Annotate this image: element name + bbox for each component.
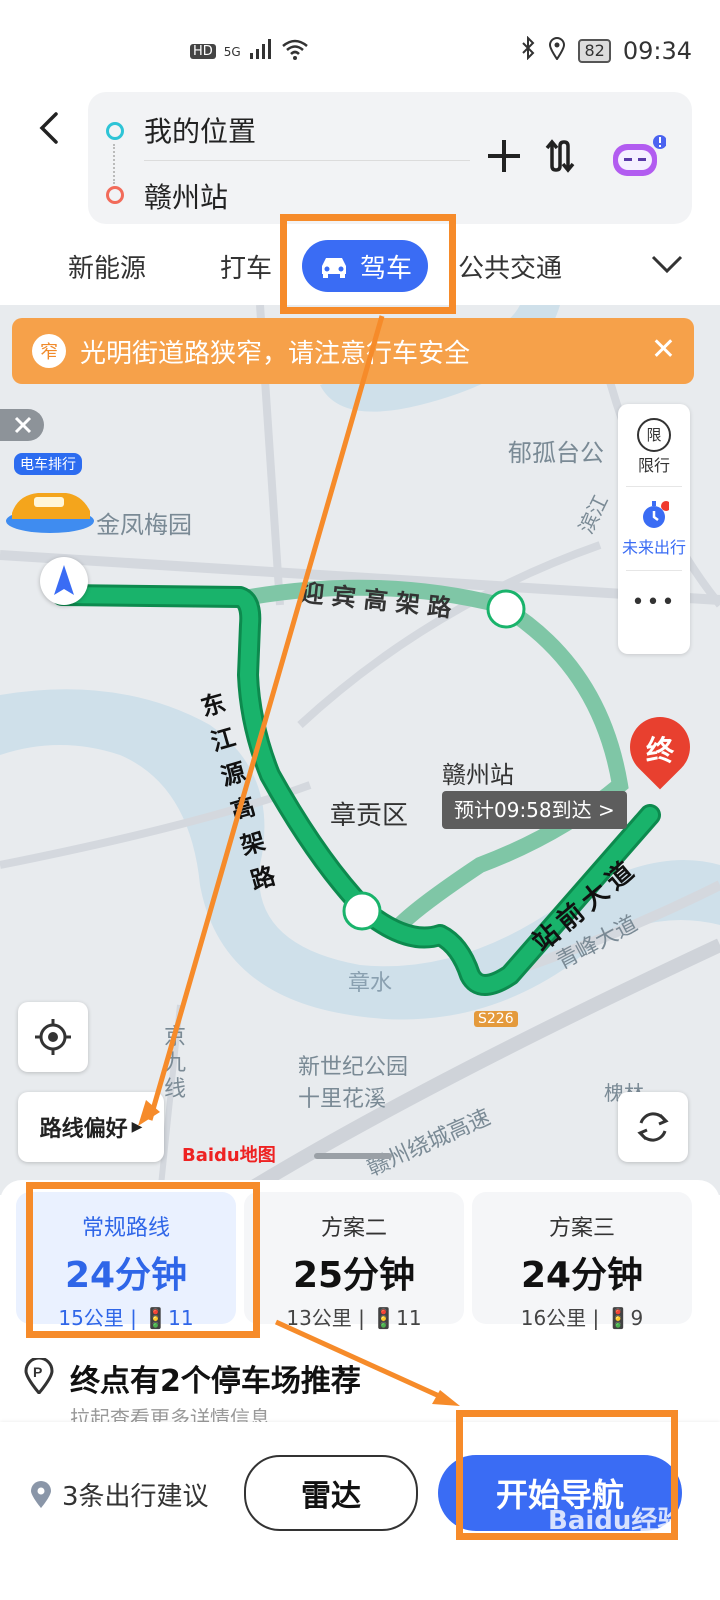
annotation-arrows xyxy=(138,315,460,1406)
